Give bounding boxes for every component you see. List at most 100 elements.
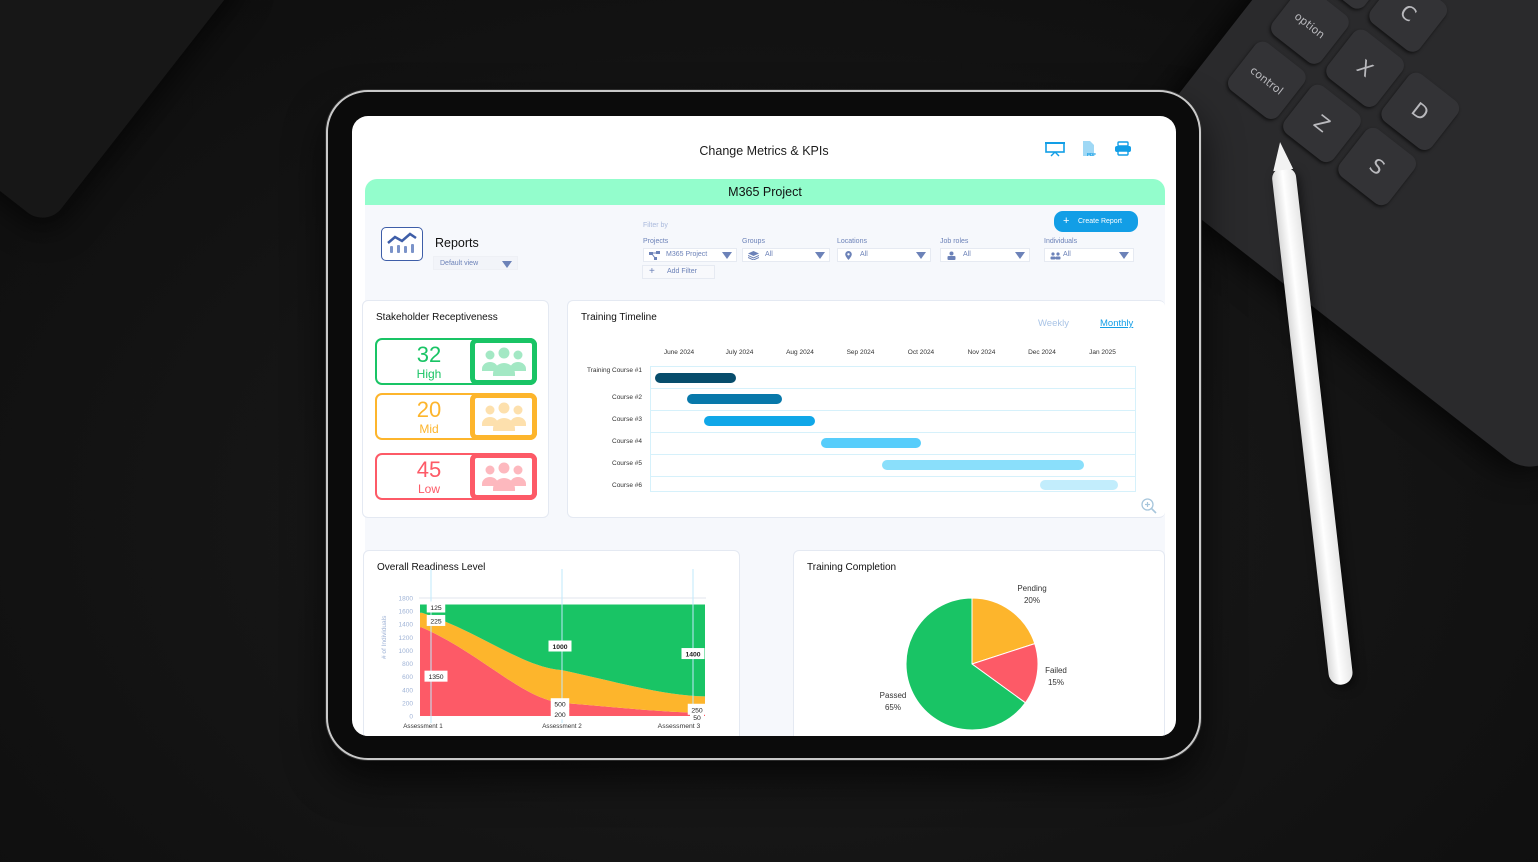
data-label: 250: [691, 707, 703, 714]
timeline-grid: [650, 366, 1136, 492]
filter-label: Projects: [643, 238, 669, 245]
timeline-bar[interactable]: [1040, 479, 1118, 490]
chevron-down-icon: [722, 252, 732, 259]
timeline-month-label: Sep 2024: [846, 349, 875, 356]
job-roles-select-value: All: [963, 251, 971, 258]
location-pin-icon: [845, 251, 852, 260]
group-icon-box: [470, 453, 537, 500]
group-people-icon: [481, 347, 526, 376]
data-label: 1350: [428, 674, 443, 681]
tab-weekly[interactable]: Weekly: [1038, 318, 1069, 329]
reports-title: Reports: [435, 236, 479, 250]
receptiveness-high[interactable]: 32 High: [375, 338, 537, 385]
receptiveness-mid[interactable]: 20 Mid: [375, 393, 537, 440]
presentation-icon[interactable]: [1044, 140, 1066, 158]
timeline-month-label: June 2024: [663, 349, 695, 356]
training-timeline-card: Training Timeline Weekly Monthly June 20…: [567, 300, 1165, 518]
job-roles-select[interactable]: All: [940, 248, 1030, 262]
group-icon-box: [470, 338, 537, 385]
pie-label: Passed: [880, 691, 907, 700]
reports-chart-icon: [381, 227, 423, 261]
timeline-row-divider: [651, 410, 1135, 411]
timeline-bar[interactable]: [654, 372, 737, 383]
chevron-down-icon: [1119, 252, 1129, 259]
filter-locations: Locations All: [837, 238, 931, 262]
y-tick-label: 0: [409, 714, 413, 721]
x-tick-label: Assessment 2: [542, 723, 582, 730]
training-completion-card: Training Completion Pending 20% Failed 15% P…: [793, 550, 1165, 736]
groups-select-value: All: [765, 251, 773, 258]
tab-monthly[interactable]: Monthly: [1100, 318, 1133, 329]
group-people-icon: [481, 402, 526, 431]
plus-icon: +: [1063, 215, 1070, 227]
timeline-bar[interactable]: [821, 438, 921, 448]
create-report-button[interactable]: + Create Report: [1054, 211, 1138, 232]
timeline-row-divider: [651, 432, 1135, 433]
data-label: 1000: [552, 644, 567, 651]
data-label: 225: [430, 618, 442, 625]
data-label: 50: [693, 715, 701, 722]
timeline-bar[interactable]: [704, 416, 816, 426]
chevron-down-icon: [916, 252, 926, 259]
tablet-device: Change Metrics & KPIs PDF M365 Project R…: [326, 90, 1201, 760]
dashboard-content: Reports Default view Filter by Projects …: [362, 205, 1165, 736]
filter-projects: Projects M365 Project: [643, 238, 737, 262]
timeline-month-label: Oct 2024: [907, 349, 935, 356]
chevron-down-icon: [502, 261, 512, 268]
add-filter-label: Add Filter: [667, 268, 697, 275]
timeline-bar[interactable]: [686, 394, 782, 404]
timeline-course-label: Course #2: [612, 394, 642, 401]
readiness-area-chart: 0 200 400 600 800 1000 1200 1400 1600 1800 # of In…: [381, 569, 707, 730]
pdf-icon[interactable]: PDF: [1078, 140, 1100, 158]
add-filter-button[interactable]: + Add Filter: [642, 265, 715, 279]
y-tick-label: 1000: [399, 648, 414, 655]
filter-label: Job roles: [940, 238, 969, 245]
receptiveness-low[interactable]: 45 Low: [375, 453, 537, 500]
view-select-value: Default view: [440, 260, 479, 267]
view-select[interactable]: Default view: [433, 256, 518, 270]
filter-label: Groups: [742, 238, 765, 245]
data-label: 1400: [685, 652, 700, 659]
x-tick-label: Assessment 1: [403, 723, 443, 730]
timeline-row-divider: [651, 454, 1135, 455]
x-tick-label: Assessment 3: [658, 723, 701, 730]
training-completion-pie-chart: Pending 20% Failed 15% Passed 65%: [880, 584, 1067, 731]
projects-select-value: M365 Project: [666, 251, 708, 258]
printer-icon[interactable]: [1112, 140, 1134, 158]
pie-label: Pending: [1017, 584, 1046, 593]
timeline-month-label: Jan 2025: [1089, 349, 1116, 356]
filter-job-roles: Job roles All: [940, 238, 1030, 262]
app-header: Change Metrics & KPIs PDF: [352, 116, 1176, 176]
y-tick-label: 1600: [399, 609, 414, 616]
receptiveness-level: High: [416, 367, 442, 381]
locations-select-value: All: [860, 251, 868, 258]
pie-percent-label: 65%: [885, 703, 901, 712]
group-icon-box: [470, 393, 537, 440]
receptiveness-count: 32: [416, 342, 442, 367]
zoom-in-icon[interactable]: [1140, 497, 1158, 515]
receptiveness-level: Mid: [419, 422, 439, 436]
y-tick-label: 1200: [399, 635, 414, 642]
timeline-month-label: Aug 2024: [786, 349, 814, 356]
data-label: 200: [554, 712, 566, 719]
individuals-select[interactable]: All: [1044, 248, 1134, 262]
tablet-screen: Change Metrics & KPIs PDF M365 Project R…: [352, 116, 1176, 736]
pie-percent-label: 15%: [1048, 678, 1064, 687]
stakeholder-receptiveness-card: Stakeholder Receptiveness 32 High 20 Mid 45 L…: [362, 300, 549, 518]
create-report-label: Create Report: [1078, 218, 1122, 225]
timeline-bar[interactable]: [881, 460, 1085, 470]
projects-select[interactable]: M365 Project: [643, 248, 737, 262]
project-banner: M365 Project: [365, 179, 1165, 205]
groups-select[interactable]: All: [742, 248, 830, 262]
receptiveness-level: Low: [417, 482, 440, 496]
data-label: 500: [554, 702, 566, 709]
pie-label: Failed: [1045, 666, 1067, 675]
y-tick-label: 400: [402, 687, 413, 694]
overall-readiness-card: Overall Readiness Level 0 200 400 600 800 100…: [363, 550, 740, 736]
filter-by-label: Filter by: [643, 222, 668, 229]
locations-select[interactable]: All: [837, 248, 931, 262]
timeline-course-label: Training Course #1: [586, 367, 642, 374]
receptiveness-count: 45: [416, 457, 442, 482]
individuals-select-value: All: [1063, 251, 1071, 258]
y-tick-label: 800: [402, 661, 413, 668]
